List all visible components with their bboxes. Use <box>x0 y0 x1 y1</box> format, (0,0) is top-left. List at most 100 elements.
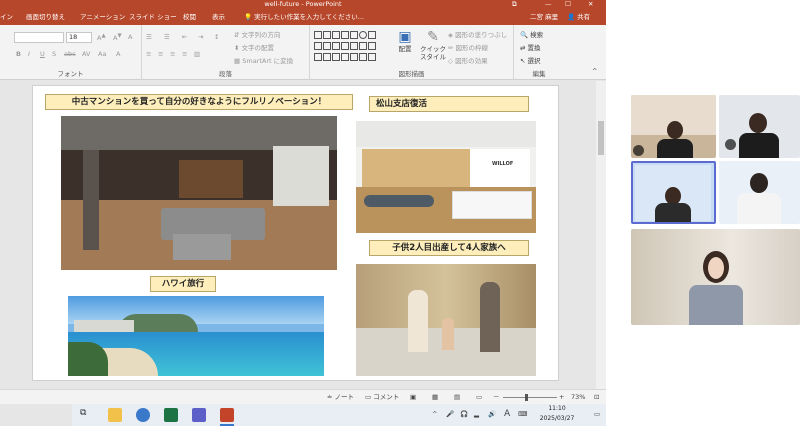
justify-icon[interactable]: ≡ <box>182 50 187 58</box>
participant-tile[interactable] <box>719 161 800 224</box>
shape-brace[interactable] <box>350 53 358 61</box>
keyboard-icon[interactable]: ⌨ <box>518 409 527 420</box>
clock[interactable]: 11:10 2025/03/27 <box>532 404 582 424</box>
fit-slide-icon[interactable]: ⊡ <box>594 392 599 403</box>
shape-rect[interactable] <box>314 53 322 61</box>
restore-icon[interactable]: ⧉ <box>512 0 517 9</box>
teams-icon[interactable] <box>192 408 206 422</box>
shapes-gallery[interactable] <box>314 30 384 63</box>
shape-rect[interactable] <box>350 31 358 39</box>
align-right-icon[interactable]: ≡ <box>170 50 175 58</box>
tell-me-box[interactable]: 💡 実行したい作業を入力してください... <box>244 12 366 23</box>
shape-fill-button[interactable]: ◈ 図形の塗りつぶし <box>448 29 507 39</box>
tab-review[interactable]: 校閲 <box>183 12 196 23</box>
renovation-photo[interactable] <box>61 116 337 270</box>
tab-animations[interactable]: アニメーション <box>80 12 125 23</box>
slide-canvas[interactable]: 中古マンションを買って自分の好きなようにフルリノベーション！ 松山支店復活 WI… <box>32 85 559 381</box>
office-photo[interactable]: WILLOF <box>356 121 536 233</box>
excel-icon[interactable] <box>164 408 178 422</box>
tab-design[interactable]: イン <box>0 12 13 23</box>
chevron-up-icon[interactable]: ^ <box>432 409 437 420</box>
italic-icon[interactable]: I <box>28 50 30 58</box>
align-center-icon[interactable]: ≡ <box>158 50 163 58</box>
shape-rect[interactable] <box>323 53 331 61</box>
shape-line[interactable] <box>341 31 349 39</box>
powerpoint-icon[interactable] <box>220 408 234 422</box>
align-left-icon[interactable]: ≡ <box>146 50 151 58</box>
sorter-view-icon[interactable]: ▦ <box>432 392 438 403</box>
vertical-scrollbar[interactable] <box>596 81 606 389</box>
slideshow-view-icon[interactable]: ▭ <box>476 392 482 403</box>
decrease-font-icon[interactable]: A▼ <box>113 33 122 42</box>
columns-icon[interactable]: ▥ <box>194 50 200 58</box>
volume-icon[interactable]: 🔊 <box>488 409 496 420</box>
find-button[interactable]: 🔍 検索 <box>520 29 543 39</box>
collapse-ribbon-icon[interactable]: ^ <box>592 67 597 75</box>
family-photo[interactable] <box>356 264 536 376</box>
shape-rect[interactable] <box>359 42 367 50</box>
shape-rect[interactable] <box>314 31 322 39</box>
text-direction-button[interactable]: ⇵ 文字列の方向 <box>234 29 281 39</box>
shape-oval[interactable] <box>359 31 367 39</box>
minimize-icon[interactable]: — <box>545 0 552 9</box>
notes-button[interactable]: ≐ ノート <box>327 392 354 403</box>
tab-transitions[interactable]: 画面切り替え <box>26 12 65 23</box>
tab-view[interactable]: 表示 <box>212 12 225 23</box>
hawaii-photo[interactable] <box>68 296 324 376</box>
network-icon[interactable]: ▂ <box>474 409 479 420</box>
label-matsuyama[interactable]: 松山支店復活 <box>369 96 529 112</box>
numbering-icon[interactable]: ☰ <box>164 33 170 41</box>
font-name-box[interactable] <box>14 32 64 43</box>
label-family[interactable]: 子供2人目出産して4人家族へ <box>369 240 529 256</box>
bullets-icon[interactable]: ☰ <box>146 33 152 41</box>
participant-tile[interactable] <box>631 95 716 158</box>
zoom-in-button[interactable]: + <box>559 392 564 403</box>
participant-tile-active[interactable] <box>631 161 716 224</box>
normal-view-icon[interactable]: ▣ <box>410 392 416 403</box>
case-icon[interactable]: Aa <box>98 50 106 58</box>
microphone-icon[interactable]: 🎤 <box>446 409 454 420</box>
share-button[interactable]: 👤 共有 <box>567 11 604 24</box>
user-name[interactable]: 二宮 麻里 <box>530 12 558 23</box>
replace-button[interactable]: ⇄ 置換 <box>520 42 541 52</box>
select-button[interactable]: ↖ 選択 <box>520 55 541 65</box>
shape-triangle[interactable] <box>323 42 331 50</box>
bold-icon[interactable]: B <box>16 50 21 58</box>
speaker-tile[interactable] <box>631 229 800 325</box>
zoom-thumb[interactable] <box>525 394 528 401</box>
indent-icon[interactable]: ⇥ <box>198 33 203 41</box>
zoom-slider[interactable] <box>503 394 557 401</box>
strikethrough-icon[interactable]: abc <box>64 50 76 58</box>
headset-icon[interactable]: 🎧 <box>460 409 468 420</box>
notification-icon[interactable]: ▭ <box>594 409 600 420</box>
file-explorer-icon[interactable] <box>108 408 122 422</box>
quick-styles-button[interactable]: ✎ クイック スタイル <box>420 29 446 61</box>
browser-icon[interactable] <box>136 408 150 422</box>
shape-line[interactable] <box>332 42 340 50</box>
spacing-icon[interactable]: AV <box>82 50 90 58</box>
shape-line[interactable] <box>332 31 340 39</box>
clear-format-icon[interactable]: A <box>128 33 132 41</box>
shape-star[interactable] <box>359 53 367 61</box>
task-view-icon[interactable]: ⧉ <box>80 408 94 422</box>
shape-rect[interactable] <box>368 53 376 61</box>
smartart-button[interactable]: ▦ SmartArt に変換 <box>234 55 293 65</box>
increase-font-icon[interactable]: A▲ <box>97 33 106 42</box>
shape-rect[interactable] <box>368 42 376 50</box>
label-hawaii[interactable]: ハワイ旅行 <box>150 276 216 292</box>
close-icon[interactable]: ✕ <box>588 0 593 9</box>
underline-icon[interactable]: U <box>40 50 45 58</box>
font-color-icon[interactable]: A <box>116 50 120 58</box>
align-text-button[interactable]: ⬍ 文字の配置 <box>234 42 274 52</box>
outdent-icon[interactable]: ⇤ <box>182 33 187 41</box>
label-renovation[interactable]: 中古マンションを買って自分の好きなようにフルリノベーション！ <box>45 94 353 110</box>
shape-rect[interactable] <box>368 31 376 39</box>
shape-rect[interactable] <box>350 42 358 50</box>
shape-curve[interactable] <box>332 53 340 61</box>
shadow-icon[interactable]: S <box>52 50 56 58</box>
shape-effects-button[interactable]: ◇ 図形の効果 <box>448 55 488 65</box>
reading-view-icon[interactable]: ▤ <box>454 392 460 403</box>
ime-indicator[interactable]: A <box>504 409 510 420</box>
participant-tile[interactable] <box>719 95 800 158</box>
maximize-icon[interactable]: ☐ <box>565 0 571 9</box>
